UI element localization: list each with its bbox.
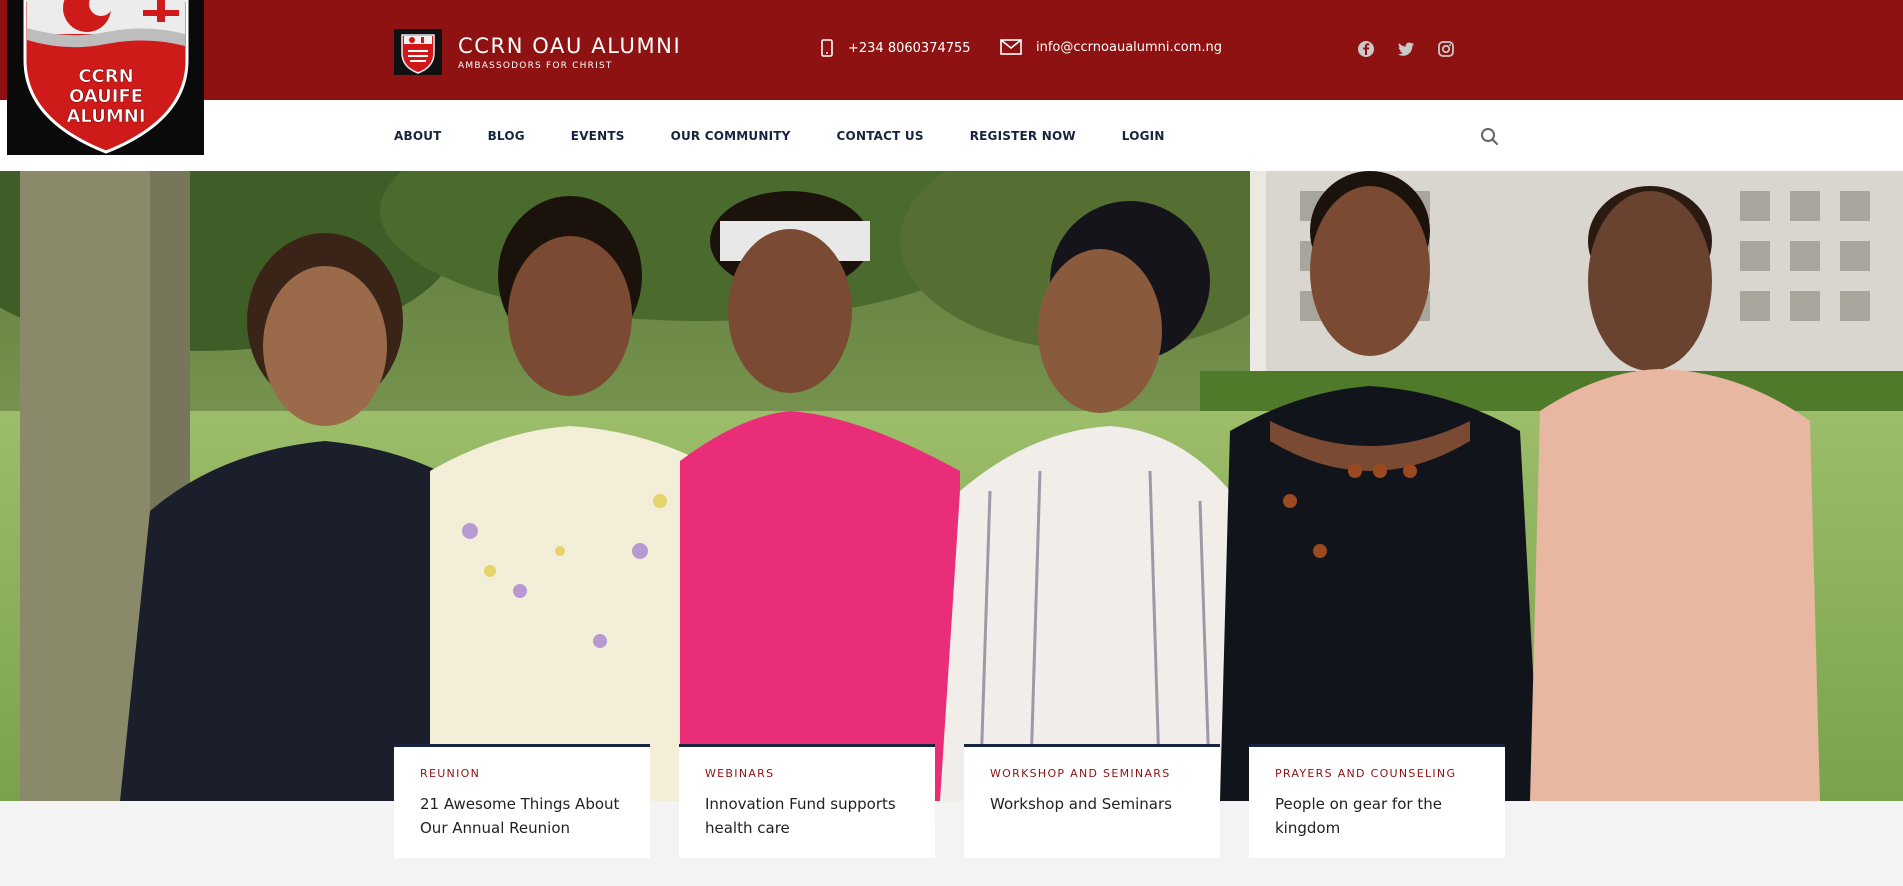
site-title: CCRN OAU ALUMNI (458, 33, 682, 58)
post-category[interactable]: REUNION (420, 767, 624, 780)
post-category[interactable]: WORKSHOP AND SEMINARS (990, 767, 1194, 780)
nav-our-community[interactable]: OUR COMMUNITY (671, 129, 791, 143)
phone-number: +234 8060374755 (848, 40, 971, 56)
post-category[interactable]: PRAYERS AND COUNSELING (1275, 767, 1479, 780)
nav-blog[interactable]: BLOG (488, 129, 525, 143)
post-card[interactable]: PRAYERS AND COUNSELING People on gear fo… (1249, 744, 1505, 858)
corner-logo-line-2: OAUIFE (69, 86, 143, 107)
nav-login[interactable]: LOGIN (1122, 129, 1165, 143)
post-card[interactable]: WORKSHOP AND SEMINARS Workshop and Semin… (964, 744, 1220, 858)
instagram-icon[interactable] (1437, 40, 1455, 58)
hero-image (0, 171, 1903, 801)
phone-contact[interactable]: +234 8060374755 (820, 39, 971, 57)
post-title[interactable]: People on gear for the kingdom (1275, 792, 1479, 840)
post-title[interactable]: Innovation Fund supports health care (705, 792, 909, 840)
nav-contact-us[interactable]: CONTACT US (837, 129, 924, 143)
nav-events[interactable]: EVENTS (571, 129, 625, 143)
search-icon[interactable] (1479, 126, 1501, 148)
brand[interactable]: CCRN OAU ALUMNI AMBASSODORS FOR CHRIST (394, 29, 681, 75)
mail-icon (1000, 39, 1022, 55)
twitter-icon[interactable] (1397, 40, 1415, 58)
corner-logo-line-1: CCRN (78, 66, 133, 87)
facebook-icon[interactable] (1357, 40, 1375, 58)
top-bar: CCRN OAU ALUMNI AMBASSODORS FOR CHRIST +… (0, 0, 1903, 100)
corner-logo[interactable]: CCRN OAUIFE ALUMNI (7, 0, 204, 155)
site-tagline: AMBASSODORS FOR CHRIST (458, 60, 613, 71)
nav-register-now[interactable]: REGISTER NOW (970, 129, 1076, 143)
nav-about[interactable]: ABOUT (394, 129, 442, 143)
email-address: info@ccrnoaualumni.com.ng (1036, 39, 1223, 55)
brand-logo (394, 29, 442, 75)
post-category[interactable]: WEBINARS (705, 767, 909, 780)
phone-icon (821, 39, 833, 57)
post-card[interactable]: WEBINARS Innovation Fund supports health… (679, 744, 935, 858)
post-card[interactable]: REUNION 21 Awesome Things About Our Annu… (394, 744, 650, 858)
page: CCRN OAU ALUMNI AMBASSODORS FOR CHRIST +… (0, 0, 1903, 886)
corner-logo-line-3: ALUMNI (66, 106, 145, 127)
nav-menu: ABOUT BLOG EVENTS OUR COMMUNITY CONTACT … (394, 129, 1211, 143)
main-navigation: ABOUT BLOG EVENTS OUR COMMUNITY CONTACT … (0, 100, 1903, 171)
post-title[interactable]: Workshop and Seminars (990, 792, 1194, 816)
content-background (0, 801, 1903, 886)
post-title[interactable]: 21 Awesome Things About Our Annual Reuni… (420, 792, 624, 840)
social-links (1357, 40, 1455, 58)
email-contact[interactable]: info@ccrnoaualumni.com.ng (1000, 39, 1222, 55)
